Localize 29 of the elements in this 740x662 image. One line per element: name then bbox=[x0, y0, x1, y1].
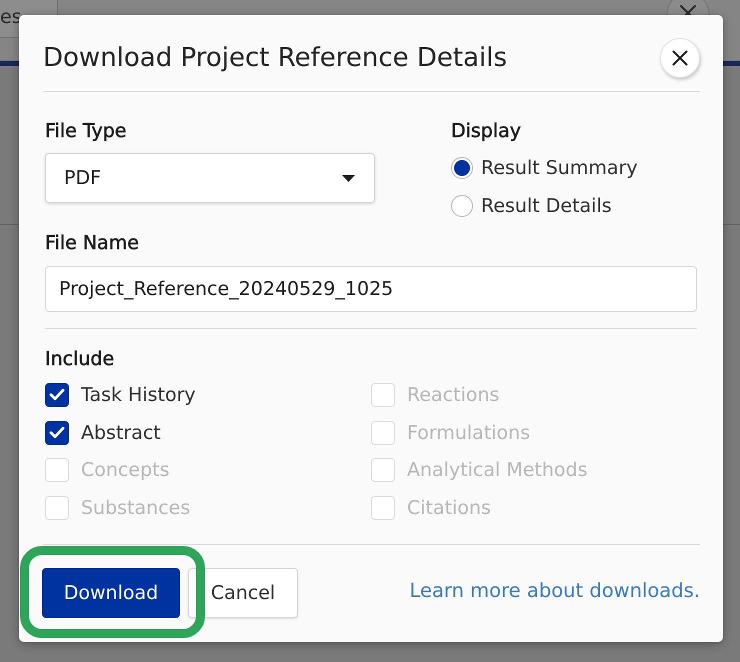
check-icon bbox=[49, 388, 65, 402]
checkbox-label: Substances bbox=[81, 496, 190, 519]
checkbox-label: Analytical Methods bbox=[407, 459, 588, 482]
display-label: Display bbox=[451, 120, 522, 142]
checkbox-label: Abstract bbox=[81, 422, 161, 444]
include-label: Include bbox=[45, 348, 114, 370]
file-name-input[interactable]: Project_Reference_20240529_1025 bbox=[45, 266, 697, 312]
checkbox[interactable] bbox=[45, 420, 69, 445]
file-name-label: File Name bbox=[45, 232, 139, 254]
file-type-label: File Type bbox=[45, 120, 126, 142]
close-button[interactable] bbox=[660, 38, 700, 78]
option-label: Result Details bbox=[481, 195, 612, 217]
dialog-title: Download Project Reference Details bbox=[43, 42, 508, 74]
checkbox-label: Concepts bbox=[81, 459, 170, 482]
checkbox-label: Formulations bbox=[407, 422, 530, 444]
checkbox-label: Task History bbox=[81, 384, 196, 406]
radio-button[interactable] bbox=[451, 157, 473, 179]
checkbox-label: Reactions bbox=[407, 384, 500, 406]
download-button[interactable]: Download bbox=[42, 568, 180, 618]
cancel-button[interactable]: Cancel bbox=[188, 568, 298, 618]
help-link[interactable]: Learn more about downloads. bbox=[409, 578, 700, 602]
file-type-dropdown[interactable]: PDF bbox=[45, 153, 375, 203]
close-icon bbox=[672, 50, 688, 66]
check-icon bbox=[49, 426, 65, 440]
checkbox-label: Citations bbox=[407, 496, 491, 519]
radio-button[interactable] bbox=[451, 195, 473, 217]
checkbox[interactable] bbox=[45, 382, 69, 407]
caret-icon bbox=[342, 174, 355, 182]
option-label: Result Summary bbox=[481, 157, 638, 179]
